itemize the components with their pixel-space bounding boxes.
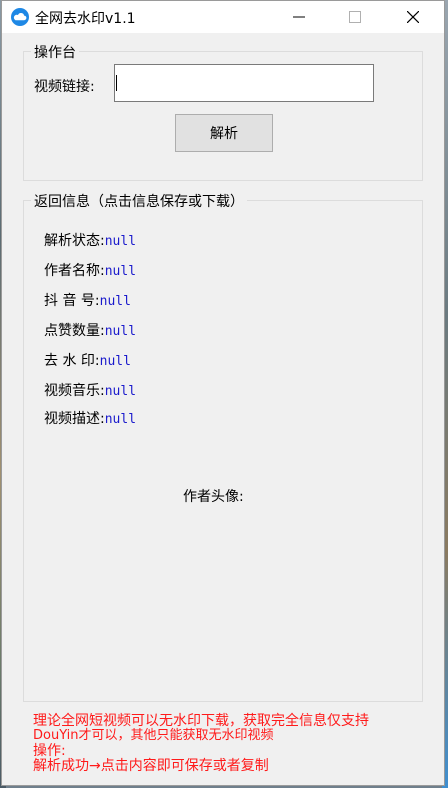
info-row-label: 抖 音 号:	[44, 293, 100, 309]
note-line-3: 操作:	[33, 743, 66, 759]
close-icon	[407, 11, 419, 23]
info-groupbox-title: 返回信息（点击信息保存或下载）	[31, 191, 247, 211]
info-row-no-watermark[interactable]: 去 水 印:null	[44, 350, 131, 370]
window-title: 全网去水印v1.1	[35, 11, 136, 27]
info-row-douyin-id[interactable]: 抖 音 号:null	[44, 290, 131, 310]
info-row-value[interactable]: null	[105, 234, 136, 249]
info-row-label: 视频音乐:	[44, 383, 105, 399]
title-bar[interactable]: 全网去水印v1.1	[2, 1, 444, 33]
note-line-4: 解析成功→点击内容即可保存或者复制	[33, 758, 269, 774]
minimize-button[interactable]	[276, 1, 322, 33]
info-row-parse-status[interactable]: 解析状态:null	[44, 230, 136, 250]
info-row-value[interactable]: null	[105, 412, 136, 427]
parse-button[interactable]: 解析	[175, 114, 273, 152]
info-row-video-music[interactable]: 视频音乐:null	[44, 380, 136, 400]
cloud-icon	[11, 8, 29, 26]
info-row-value[interactable]: null	[105, 324, 136, 339]
maximize-button[interactable]	[332, 1, 378, 33]
author-avatar-label: 作者头像:	[183, 489, 244, 505]
operation-groupbox-title: 操作台	[31, 42, 79, 62]
info-row-label: 解析状态:	[44, 233, 105, 249]
info-row-value[interactable]: null	[105, 264, 136, 279]
info-row-label: 作者名称:	[44, 263, 105, 279]
info-row-video-description[interactable]: 视频描述:null	[44, 408, 136, 428]
video-url-label: 视频链接:	[34, 79, 95, 95]
info-row-value[interactable]: null	[105, 384, 136, 399]
info-row-label: 去 水 印:	[44, 353, 100, 369]
info-row-label: 视频描述:	[44, 411, 105, 427]
info-row-author-name[interactable]: 作者名称:null	[44, 260, 136, 280]
info-row-value[interactable]: null	[100, 294, 131, 309]
info-row-label: 点赞数量:	[44, 323, 105, 339]
close-button[interactable]	[390, 1, 436, 33]
info-row-value[interactable]: null	[100, 354, 131, 369]
info-row-like-count[interactable]: 点赞数量:null	[44, 320, 136, 340]
note-line-2: DouYin才可以，其他只能获取无水印视频	[33, 728, 274, 743]
video-url-input[interactable]	[114, 64, 374, 102]
note-line-1: 理论全网短视频可以无水印下载，获取完全信息仅支持	[33, 713, 369, 729]
text-caret	[116, 75, 117, 91]
